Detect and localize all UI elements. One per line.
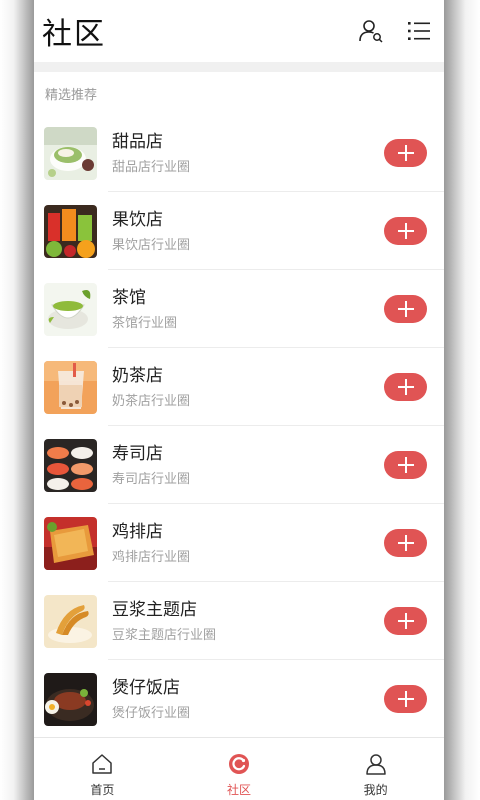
- item-name: 果饮店: [112, 210, 163, 230]
- item-subtitle: 鸡排店行业圈: [112, 550, 191, 565]
- add-button[interactable]: [384, 295, 427, 323]
- item-name: 奶茶店: [112, 366, 163, 386]
- add-button[interactable]: [384, 217, 427, 245]
- list-item[interactable]: 甜品店 甜品店行业圈: [34, 114, 444, 192]
- add-button[interactable]: [384, 451, 427, 479]
- item-name: 茶馆: [112, 288, 146, 308]
- dessert-image: [44, 126, 97, 180]
- app-screen: 社区 精选推荐 甜品店 甜品店行业圈 果饮店 果饮店行业圈 茶馆 茶馆行业圈 奶…: [34, 0, 444, 800]
- item-subtitle: 甜品店行业圈: [112, 160, 191, 175]
- item-name: 豆浆主题店: [112, 600, 197, 620]
- profile-icon: [365, 754, 386, 775]
- home-icon: [92, 754, 113, 774]
- item-subtitle: 奶茶店行业圈: [112, 394, 191, 409]
- page-title: 社区: [42, 17, 106, 52]
- tab-label: 我的: [363, 783, 388, 797]
- claypot-rice-image: [44, 672, 97, 726]
- add-button[interactable]: [384, 373, 427, 401]
- item-name: 寿司店: [112, 444, 163, 464]
- right-edge-shadow: [444, 0, 480, 800]
- fruit-drink-image: [44, 204, 97, 258]
- community-list: 甜品店 甜品店行业圈 果饮店 果饮店行业圈 茶馆 茶馆行业圈 奶茶店 奶茶店行业…: [34, 114, 444, 738]
- add-button[interactable]: [384, 139, 427, 167]
- tea-image: [44, 282, 97, 336]
- plus-icon: [397, 691, 414, 707]
- plus-icon: [397, 457, 414, 473]
- add-button[interactable]: [384, 685, 427, 713]
- community-icon: [228, 754, 249, 774]
- plus-icon: [397, 535, 414, 551]
- list-item[interactable]: 茶馆 茶馆行业圈: [34, 270, 444, 348]
- item-name: 甜品店: [112, 132, 163, 152]
- header-divider: [34, 62, 444, 72]
- plus-icon: [397, 613, 414, 629]
- item-name: 鸡排店: [112, 522, 163, 542]
- tab-label: 首页: [90, 783, 115, 797]
- plus-icon: [397, 223, 414, 239]
- header-actions: [358, 18, 432, 44]
- tab-home[interactable]: 首页: [62, 752, 142, 798]
- item-name: 煲仔饭店: [112, 678, 180, 698]
- list-item[interactable]: 寿司店 寿司店行业圈: [34, 426, 444, 504]
- item-subtitle: 煲仔饭行业圈: [112, 706, 191, 721]
- add-button[interactable]: [384, 607, 427, 635]
- milk-tea-image: [44, 360, 97, 414]
- sushi-image: [44, 438, 97, 492]
- user-search-icon[interactable]: [358, 18, 384, 44]
- section-label: 精选推荐: [45, 88, 98, 103]
- list-item[interactable]: 煲仔饭店 煲仔饭行业圈: [34, 660, 444, 738]
- list-item[interactable]: 奶茶店 奶茶店行业圈: [34, 348, 444, 426]
- item-subtitle: 果饮店行业圈: [112, 238, 191, 253]
- soymilk-image: [44, 594, 97, 648]
- list-item[interactable]: 豆浆主题店 豆浆主题店行业圈: [34, 582, 444, 660]
- app-header: 社区: [34, 0, 444, 62]
- plus-icon: [397, 145, 414, 161]
- list-menu-icon[interactable]: [406, 18, 432, 44]
- item-subtitle: 寿司店行业圈: [112, 472, 191, 487]
- chicken-cutlet-image: [44, 516, 97, 570]
- tab-label: 社区: [226, 783, 251, 797]
- add-button[interactable]: [384, 529, 427, 557]
- list-item[interactable]: 果饮店 果饮店行业圈: [34, 192, 444, 270]
- plus-icon: [397, 301, 414, 317]
- bottom-tab-bar: 首页 社区 我的: [34, 737, 444, 800]
- plus-icon: [397, 379, 414, 395]
- item-subtitle: 茶馆行业圈: [112, 316, 178, 331]
- left-edge-shadow: [0, 0, 34, 800]
- tab-community[interactable]: 社区: [199, 752, 279, 798]
- tab-profile[interactable]: 我的: [336, 752, 416, 798]
- item-subtitle: 豆浆主题店行业圈: [112, 628, 217, 643]
- list-item[interactable]: 鸡排店 鸡排店行业圈: [34, 504, 444, 582]
